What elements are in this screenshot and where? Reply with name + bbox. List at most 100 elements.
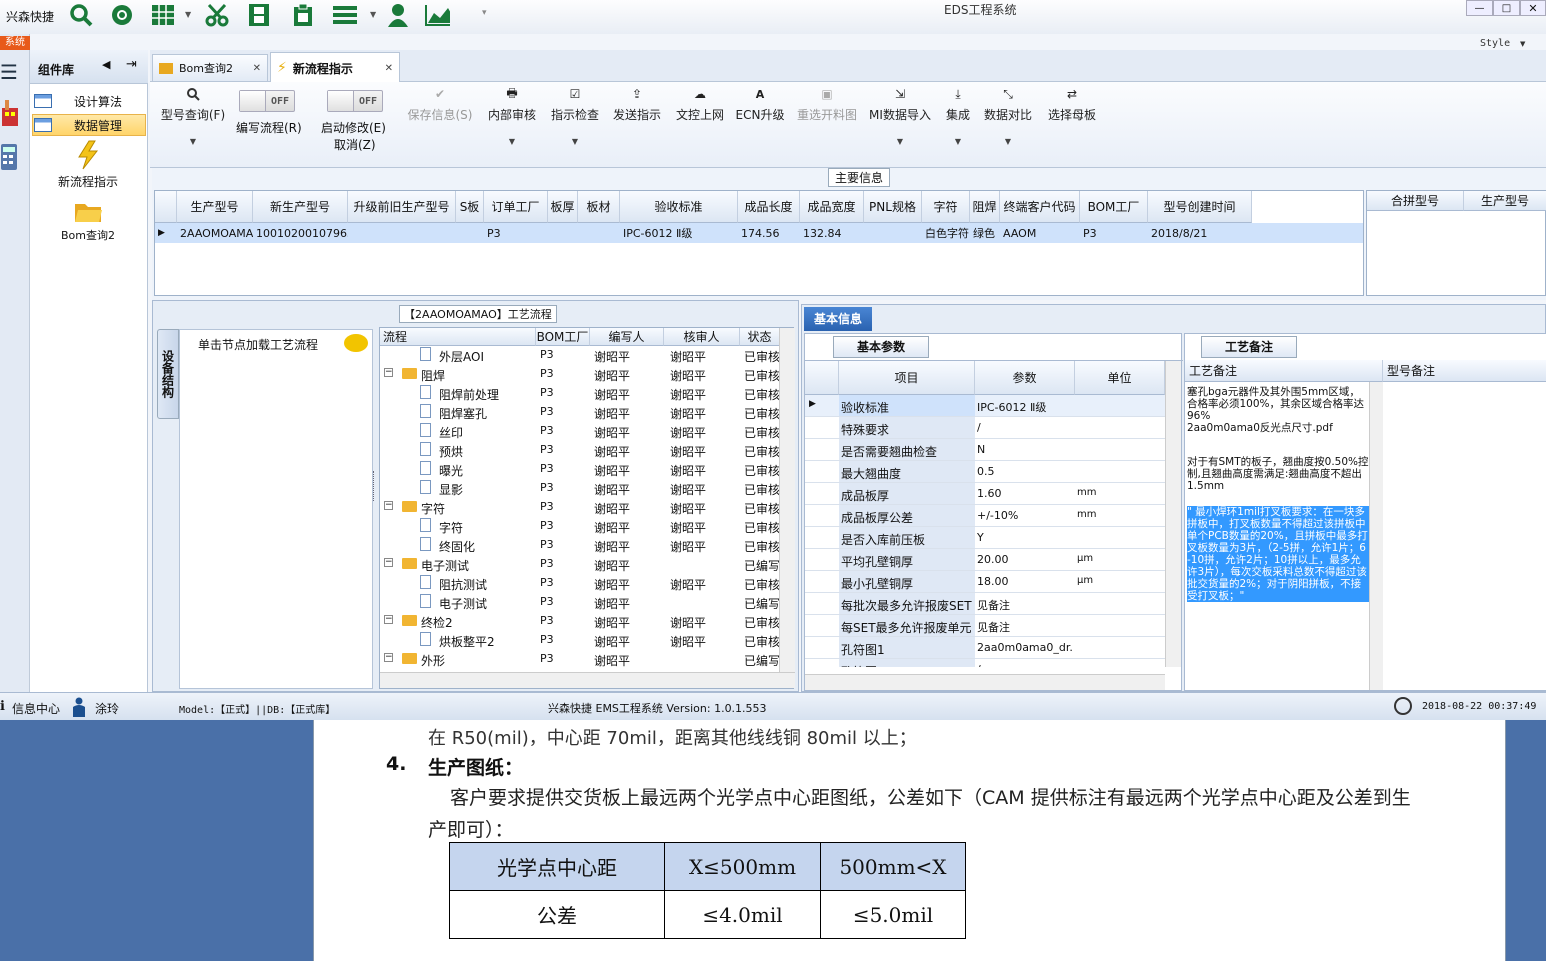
tree-row[interactable]: 阻焊塞孔 P3 谢昭平 谢昭平 已审核: [380, 403, 780, 422]
cancel-label[interactable]: 取消(Z): [334, 136, 376, 153]
remarks-tab[interactable]: 工艺备注: [1201, 336, 1297, 358]
table-cell[interactable]: 10010200107965: [253, 223, 348, 243]
column-header[interactable]: 订单工厂: [484, 191, 548, 223]
param-row[interactable]: 是否入库前压板 Y: [805, 527, 1165, 549]
table-cell[interactable]: AAOM: [1000, 223, 1080, 243]
param-value[interactable]: 2aa0m0ama0_dr...: [977, 641, 1073, 654]
reselect-cutting-button[interactable]: ▣ 重选开料图: [792, 86, 862, 123]
param-row[interactable]: 成品板厚公差 +/-10% mm: [805, 505, 1165, 527]
table-cell[interactable]: [864, 223, 922, 243]
chevron-down-icon[interactable]: ▼: [190, 137, 196, 146]
clipboard-icon[interactable]: [290, 2, 316, 28]
enable-edit-toggle[interactable]: OFF: [327, 90, 383, 112]
vertical-scrollbar[interactable]: [779, 328, 795, 672]
tree-row[interactable]: 阻焊前处理 P3 谢昭平 谢昭平 已审核: [380, 384, 780, 403]
table-cell[interactable]: 132.84: [800, 223, 864, 243]
sidebar-item-data[interactable]: 数据管理: [32, 114, 146, 136]
tree-row[interactable]: 阻抗测试 P3 谢昭平 谢昭平 已审核: [380, 574, 780, 593]
tree-row[interactable]: 曝光 P3 谢昭平 谢昭平 已审核: [380, 460, 780, 479]
column-header[interactable]: 流程: [380, 328, 536, 346]
shortcut-new-flow[interactable]: 新流程指示: [40, 140, 136, 190]
param-value[interactable]: Y: [977, 531, 1073, 544]
table-cell[interactable]: 绿色: [970, 223, 1000, 243]
column-header[interactable]: 核审人: [664, 328, 740, 346]
horizontal-scrollbar[interactable]: [805, 674, 1165, 690]
column-header[interactable]: 成品长度: [738, 191, 800, 223]
tree-row[interactable]: 丝印 P3 谢昭平 谢昭平 已审核: [380, 422, 780, 441]
customize-arrow-icon[interactable]: ▾: [482, 8, 487, 18]
param-row[interactable]: 最小孔壁铜厚 18.00 μm: [805, 571, 1165, 593]
column-header[interactable]: 生产型号: [177, 191, 253, 223]
collapse-icon[interactable]: −: [384, 653, 393, 662]
basic-info-tab[interactable]: 基本信息: [804, 307, 872, 331]
close-button[interactable]: ✕: [1520, 0, 1546, 16]
pin-icon[interactable]: ⇥: [126, 57, 137, 72]
internal-review-button[interactable]: 🖶 内部审核 ▼: [483, 86, 541, 147]
column-header[interactable]: 生产型号: [1464, 191, 1546, 211]
tree-row[interactable]: 字符 P3 谢昭平 谢昭平 已审核: [380, 517, 780, 536]
chevron-down-icon[interactable]: ▼: [572, 137, 578, 146]
param-value[interactable]: /: [977, 663, 1073, 667]
send-instruction-button[interactable]: ⇪ 发送指示: [608, 86, 666, 123]
column-header[interactable]: 编写人: [590, 328, 664, 346]
table-cell[interactable]: [348, 223, 456, 243]
menu-icon[interactable]: ☰: [0, 60, 18, 84]
tree-row[interactable]: 烘板整平2 P3 谢昭平 谢昭平 已审核: [380, 631, 780, 650]
column-header[interactable]: 终端客户代码: [1000, 191, 1080, 223]
splitter-handle[interactable]: [373, 471, 377, 501]
vertical-scrollbar[interactable]: [1369, 382, 1383, 690]
film-icon[interactable]: [246, 2, 272, 28]
column-header[interactable]: S板: [456, 191, 484, 223]
collapse-icon[interactable]: −: [384, 558, 393, 567]
column-header[interactable]: BOM工厂: [1080, 191, 1148, 223]
save-info-button[interactable]: ✔ 保存信息(S): [404, 86, 476, 123]
table-cell[interactable]: IPC-6012 Ⅱ级: [620, 223, 738, 243]
table-cell[interactable]: 2AAOMOAMAO: [177, 223, 253, 243]
column-header[interactable]: BOM工厂: [536, 328, 590, 346]
column-header[interactable]: 单位: [1075, 361, 1165, 395]
process-remark-text[interactable]: 塞孔bga元器件及其外围5mm区域，合格率必须100%，其余区域合格率达96% …: [1187, 386, 1369, 686]
column-header[interactable]: 验收标准: [620, 191, 738, 223]
globe-icon[interactable]: [109, 2, 135, 28]
column-header[interactable]: 状态: [740, 328, 780, 346]
close-icon[interactable]: ✕: [253, 63, 261, 74]
tree-row[interactable]: − 外形 P3 谢昭平 已编写: [380, 650, 780, 669]
column-header[interactable]: 成品宽度: [800, 191, 864, 223]
tree-row[interactable]: 外层AOI P3 谢昭平 谢昭平 已审核: [380, 346, 780, 365]
param-value[interactable]: /: [977, 421, 1073, 434]
column-header[interactable]: 合拼型号: [1367, 191, 1464, 211]
write-flow-toggle[interactable]: OFF: [239, 90, 295, 112]
equipment-tab[interactable]: 设备结构: [157, 329, 179, 419]
tree-row[interactable]: − 电子测试 P3 谢昭平 已编写: [380, 555, 780, 574]
close-icon[interactable]: ✕: [385, 63, 393, 74]
table-cell[interactable]: [548, 223, 578, 243]
chevron-down-icon[interactable]: ▼: [185, 10, 191, 19]
param-row[interactable]: 孔符图1 2aa0m0ama0_dr...: [805, 637, 1165, 659]
tree-row[interactable]: 预烘 P3 谢昭平 谢昭平 已审核: [380, 441, 780, 460]
check-instruction-button[interactable]: ☑ 指示检查 ▼: [546, 86, 604, 146]
column-header[interactable]: 新生产型号: [253, 191, 348, 223]
data-compare-button[interactable]: ⤡ 数据对比 ▼: [982, 86, 1034, 147]
ecn-upgrade-button[interactable]: A ECN升级: [732, 86, 788, 123]
basic-params-tab[interactable]: 基本参数: [833, 336, 929, 358]
factory-icon[interactable]: [0, 98, 20, 131]
select-master-button[interactable]: ⇄ 选择母板: [1044, 86, 1100, 123]
collapse-left-icon[interactable]: ◀: [102, 58, 110, 71]
column-header[interactable]: 项目: [839, 361, 975, 395]
collapse-icon[interactable]: −: [384, 501, 393, 510]
column-header[interactable]: 型号创建时间: [1148, 191, 1252, 223]
param-row[interactable]: 是否需要翘曲检查 N: [805, 439, 1165, 461]
table-icon[interactable]: [150, 2, 176, 28]
table-cell[interactable]: 白色字符: [922, 223, 970, 243]
tree-row[interactable]: 电子测试 P3 谢昭平 已编写: [380, 593, 780, 612]
param-value[interactable]: 20.00: [977, 553, 1073, 566]
param-row[interactable]: 每SET最多允许报废单元 见备注: [805, 615, 1165, 637]
sidebar-item-design[interactable]: 设计算法: [32, 90, 146, 112]
query-button[interactable]: 型号查询(F) ▼: [158, 86, 228, 146]
tree-row[interactable]: − 阻焊 P3 谢昭平 谢昭平 已审核: [380, 365, 780, 384]
system-tab[interactable]: 系统: [0, 36, 30, 50]
param-row[interactable]: 成品板厚 1.60 mm: [805, 483, 1165, 505]
column-header[interactable]: 升级前旧生产型号: [348, 191, 456, 223]
chevron-down-icon[interactable]: ▼: [1520, 40, 1525, 48]
chart-icon[interactable]: [424, 2, 450, 28]
